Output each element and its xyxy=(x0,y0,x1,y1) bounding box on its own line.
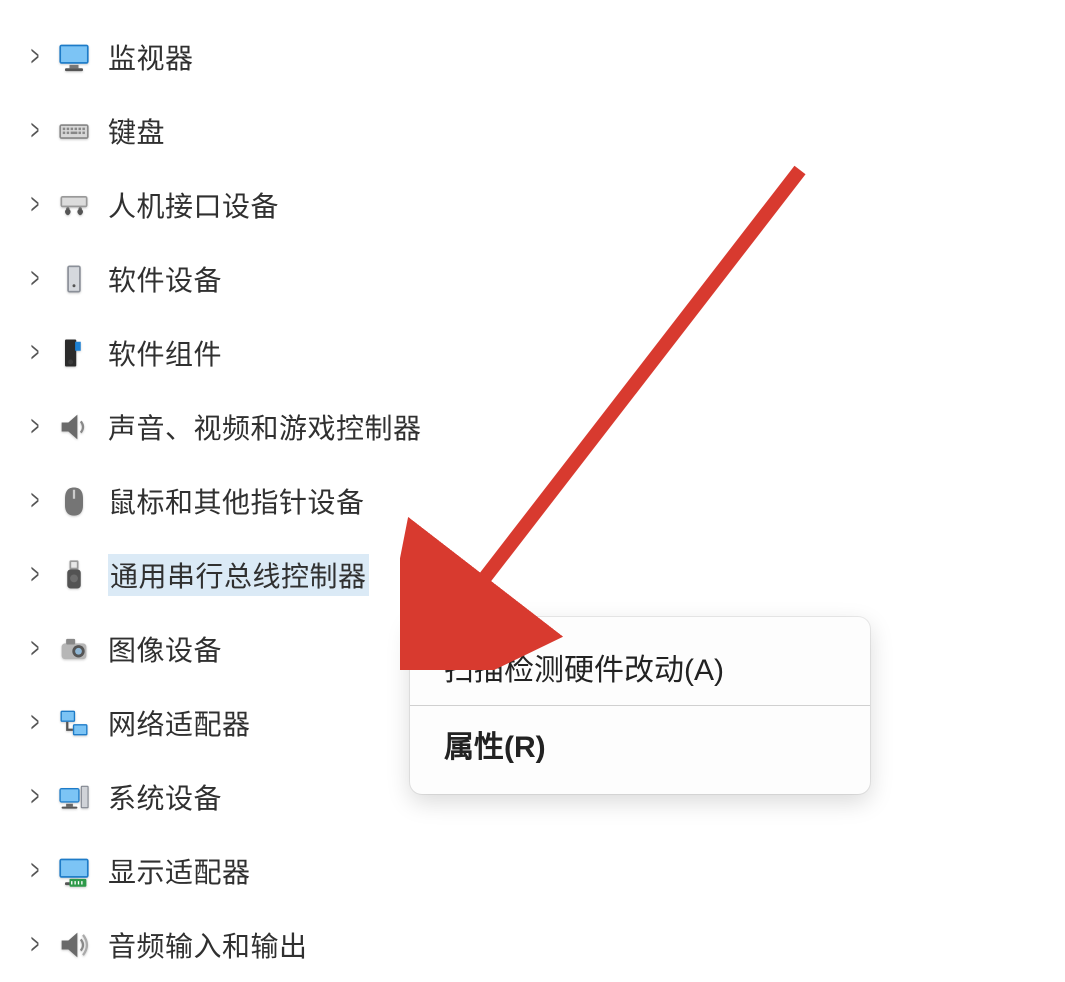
chevron-right-icon[interactable]: > xyxy=(26,336,44,370)
usb-icon xyxy=(50,557,98,593)
camera-icon xyxy=(50,631,98,667)
speakerio-icon xyxy=(50,927,98,963)
mouse-icon xyxy=(50,483,98,519)
network-icon xyxy=(50,705,98,741)
chevron-right-icon[interactable]: > xyxy=(26,780,44,814)
tree-item-display[interactable]: > 显示适配器 xyxy=(12,834,1065,908)
chevron-right-icon[interactable]: > xyxy=(26,188,44,222)
tree-item-mouse[interactable]: > 鼠标和其他指针设备 xyxy=(12,464,1065,538)
chevron-right-icon[interactable]: > xyxy=(26,262,44,296)
tree-item-monitors[interactable]: > 监视器 xyxy=(12,20,1065,94)
chevron-right-icon[interactable]: > xyxy=(26,40,44,74)
chevron-right-icon[interactable]: > xyxy=(26,558,44,592)
tree-item-label: 软件组件 xyxy=(108,333,222,373)
device-tree: > 监视器 > 键盘 > 人机接口设备 > 软件设备 > 软件组件 > 声音、视频和游戏控制器 > 鼠标和… xyxy=(0,20,1065,982)
tree-item-label: 图像设备 xyxy=(108,629,222,669)
tree-item-hid[interactable]: > 人机接口设备 xyxy=(12,168,1065,242)
tree-item-label: 网络适配器 xyxy=(108,703,251,743)
display-icon xyxy=(50,853,98,889)
tree-item-sound[interactable]: > 声音、视频和游戏控制器 xyxy=(12,390,1065,464)
system-icon xyxy=(50,779,98,815)
speaker-icon xyxy=(50,409,98,445)
chevron-right-icon[interactable]: > xyxy=(26,410,44,444)
chevron-right-icon[interactable]: > xyxy=(26,706,44,740)
tree-item-label: 监视器 xyxy=(108,37,194,77)
tree-item-label: 软件设备 xyxy=(108,259,222,299)
context-menu: 扫描检测硬件改动(A) 属性(R) xyxy=(410,617,870,794)
softdev-icon xyxy=(50,261,98,297)
chevron-right-icon[interactable]: > xyxy=(26,632,44,666)
monitor-icon xyxy=(50,39,98,75)
tree-item-label: 显示适配器 xyxy=(108,851,251,891)
tree-item-label: 人机接口设备 xyxy=(108,185,279,225)
chevron-right-icon[interactable]: > xyxy=(26,928,44,962)
softcomp-icon xyxy=(50,335,98,371)
tree-item-softcomp[interactable]: > 软件组件 xyxy=(12,316,1065,390)
tree-item-keyboards[interactable]: > 键盘 xyxy=(12,94,1065,168)
chevron-right-icon[interactable]: > xyxy=(26,854,44,888)
chevron-right-icon[interactable]: > xyxy=(26,114,44,148)
tree-item-label: 声音、视频和游戏控制器 xyxy=(108,407,422,447)
tree-item-label: 系统设备 xyxy=(108,777,222,817)
tree-item-softdev[interactable]: > 软件设备 xyxy=(12,242,1065,316)
tree-item-label: 键盘 xyxy=(108,111,165,151)
hid-icon xyxy=(50,187,98,223)
tree-item-audioio[interactable]: > 音频输入和输出 xyxy=(12,908,1065,982)
menu-properties[interactable]: 属性(R) xyxy=(440,712,846,776)
tree-item-label: 通用串行总线控制器 xyxy=(108,554,369,596)
menu-scan-hardware[interactable]: 扫描检测硬件改动(A) xyxy=(440,635,846,699)
tree-item-usb[interactable]: > 通用串行总线控制器 xyxy=(12,538,1065,612)
chevron-right-icon[interactable]: > xyxy=(26,484,44,518)
tree-item-label: 鼠标和其他指针设备 xyxy=(108,481,365,521)
menu-separator xyxy=(410,705,870,706)
tree-item-label: 音频输入和输出 xyxy=(108,925,308,965)
keyboard-icon xyxy=(50,113,98,149)
